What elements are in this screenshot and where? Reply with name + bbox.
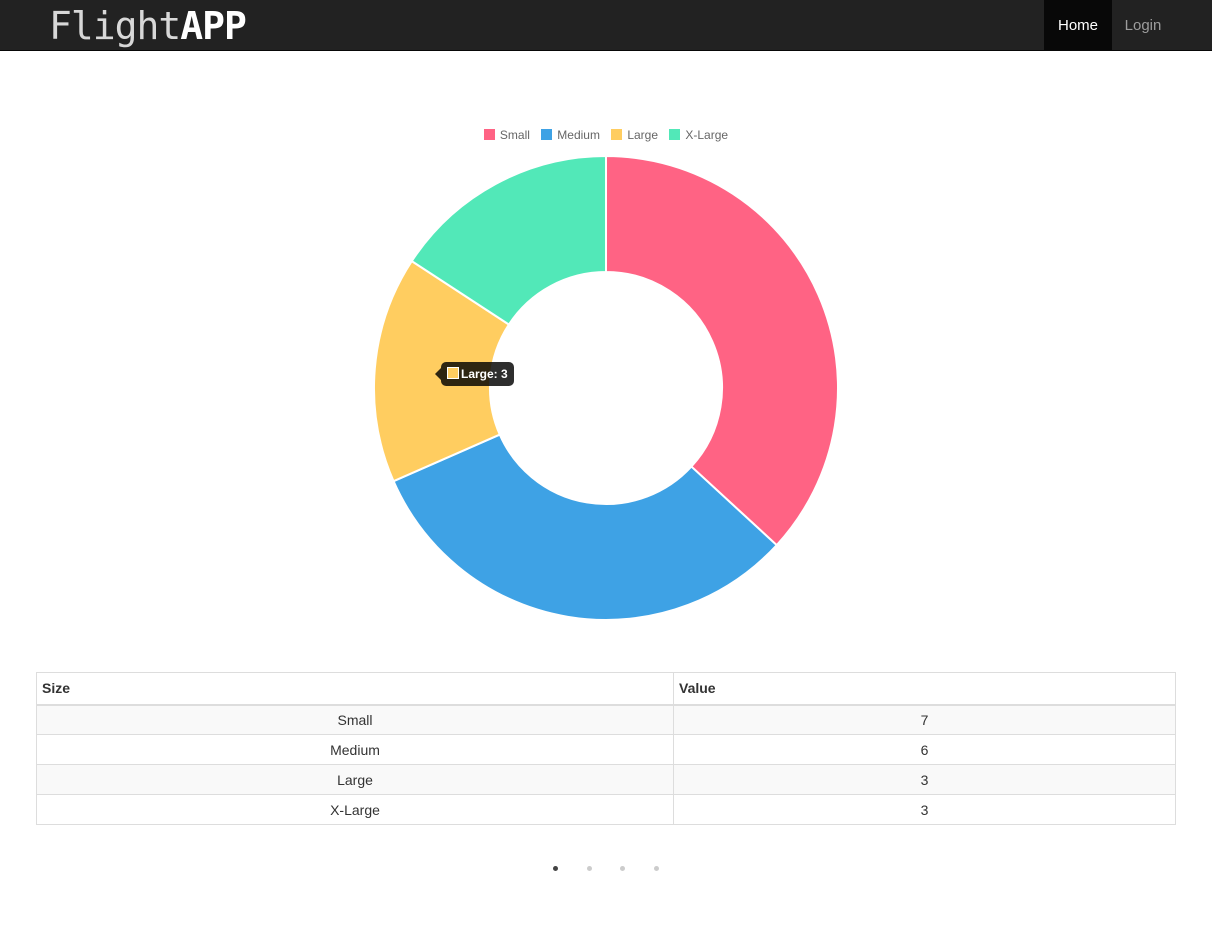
- table-header-size: Size: [36, 672, 674, 706]
- tooltip-label: Large: 3: [461, 367, 508, 381]
- legend-swatch-medium: [541, 129, 553, 140]
- table-row: Small 7: [36, 704, 1176, 735]
- table-cell-size: X-Large: [36, 794, 674, 825]
- carousel-dot[interactable]: [620, 866, 626, 871]
- table-cell-value: 7: [673, 704, 1176, 735]
- brand-part1: Flight: [49, 4, 181, 48]
- data-table: Size Value Small 7 Medium 6 Large 3 X-La…: [36, 672, 1176, 825]
- table-cell-size: Large: [36, 764, 674, 795]
- table-header-value: Value: [673, 672, 1176, 706]
- doughnut-chart[interactable]: [356, 140, 856, 640]
- navbar: FlightAPP Home Login: [0, 0, 1212, 51]
- legend-swatch-large: [611, 129, 623, 140]
- tooltip-swatch: [447, 367, 459, 379]
- table-cell-value: 3: [673, 794, 1176, 825]
- brand-logo[interactable]: FlightAPP: [49, 4, 247, 48]
- legend-swatch-x-large: [669, 129, 681, 140]
- legend-swatch-small: [483, 129, 495, 140]
- nav-home-link[interactable]: Home: [1044, 0, 1112, 51]
- nav-login-link[interactable]: Login: [1112, 0, 1174, 51]
- carousel-indicators: [0, 858, 1212, 871]
- carousel-dot[interactable]: [553, 866, 559, 871]
- chart-tooltip: Large: 3: [435, 362, 514, 386]
- table-row: Large 3: [36, 764, 1176, 795]
- table-header-row: Size Value: [36, 672, 1176, 706]
- table-row: Medium 6: [36, 734, 1176, 765]
- table-row: X-Large 3: [36, 794, 1176, 825]
- table-cell-size: Small: [36, 704, 674, 735]
- table-cell-size: Medium: [36, 734, 674, 765]
- slice-small[interactable]: [605, 154, 839, 547]
- brand-part2: APP: [180, 4, 247, 48]
- table-cell-value: 6: [673, 734, 1176, 765]
- carousel-dot[interactable]: [586, 866, 592, 871]
- carousel-dot[interactable]: [653, 866, 659, 871]
- table-cell-value: 3: [673, 764, 1176, 795]
